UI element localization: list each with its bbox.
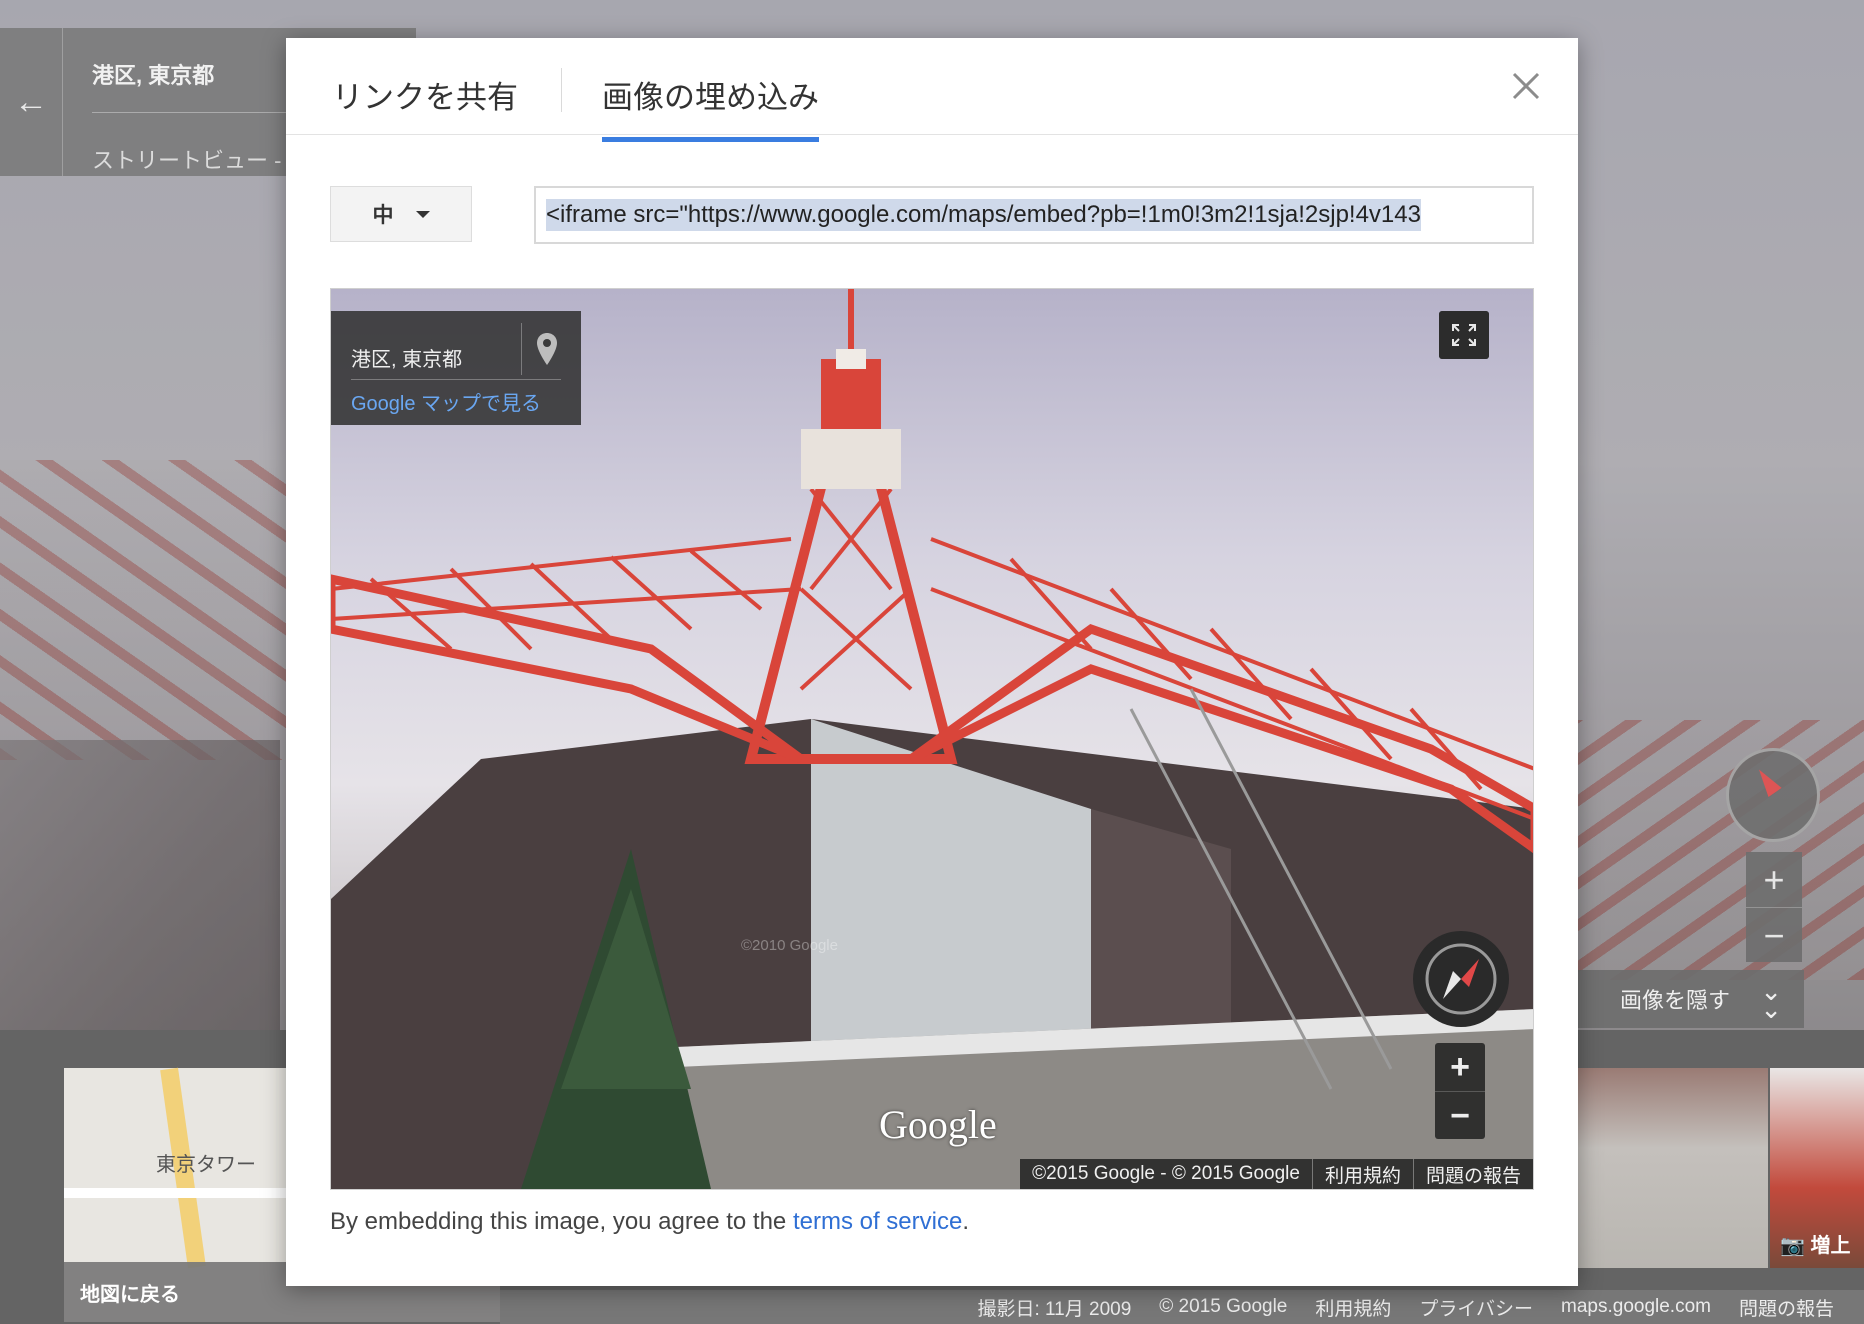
hide-images-button[interactable]: 画像を隠す ⌄ ⌄ — [1578, 970, 1804, 1028]
footer-bar: 撮影日: 11月 2009 © 2015 Google 利用規約 プライバシー … — [500, 1290, 1864, 1324]
background-zoom-out-button[interactable]: − — [1746, 908, 1802, 963]
tab-embed-image[interactable]: 画像の埋め込み — [602, 72, 819, 142]
hide-images-label: 画像を隠す — [1620, 988, 1731, 1013]
arrow-left-icon[interactable]: ← — [0, 28, 63, 176]
background-compass-icon[interactable] — [1726, 748, 1820, 842]
footer-privacy-link[interactable]: プライバシー — [1419, 1294, 1533, 1321]
agreement-suffix: . — [962, 1208, 969, 1235]
tab-divider — [561, 68, 562, 112]
terms-of-service-link[interactable]: terms of service — [793, 1208, 962, 1235]
tab-bar: リンクを共有 画像の埋め込み — [286, 38, 1578, 142]
photo-thumbnail[interactable] — [1578, 1068, 1768, 1268]
camera-icon: 📷 増上 — [1780, 1235, 1851, 1257]
preview-watermark: ©2010 Google — [741, 937, 838, 954]
photo-thumb-label: 増上 — [1810, 1235, 1851, 1257]
view-in-google-maps-link[interactable]: Google マップで見る — [351, 387, 541, 416]
compass-icon[interactable] — [1413, 931, 1509, 1027]
size-select[interactable]: 中 — [330, 186, 472, 242]
embed-code-input[interactable]: <iframe src="https://www.google.com/maps… — [534, 186, 1534, 244]
agreement-prefix: By embedding this image, you agree to th… — [330, 1208, 793, 1235]
preview-attribution: ©2015 Google - © 2015 Google 利用規約 問題の報告 — [1020, 1159, 1533, 1189]
embed-dialog: リンクを共有 画像の埋め込み 中 <iframe src="https://ww… — [286, 38, 1578, 1286]
size-select-value: 中 — [372, 204, 394, 227]
footer-terms-link[interactable]: 利用規約 — [1315, 1294, 1391, 1321]
embed-code-text: <iframe src="https://www.google.com/maps… — [546, 199, 1421, 231]
google-logo: Google — [879, 1102, 997, 1147]
footer-capture-date: 撮影日: 11月 2009 — [977, 1298, 1132, 1320]
chevron-down-icon: ⌄ ⌄ — [1760, 976, 1782, 1024]
close-icon[interactable] — [1504, 64, 1548, 108]
background-zoom-control: + − — [1746, 852, 1802, 962]
place-title: 港区, 東京都 — [92, 63, 215, 88]
caret-down-icon — [415, 210, 430, 218]
footer-report-link[interactable]: 問題の報告 — [1739, 1294, 1834, 1321]
background-zoom-in-button[interactable]: + — [1746, 852, 1802, 908]
zoom-out-button[interactable]: − — [1435, 1092, 1485, 1140]
terms-agreement: By embedding this image, you agree to th… — [330, 1208, 969, 1236]
footer-copyright: © 2015 Google — [1159, 1296, 1288, 1317]
embed-preview[interactable]: 港区, 東京都 Google マップで見る ©2010 Google + − G… — [330, 288, 1534, 1190]
footer-maps-link[interactable]: maps.google.com — [1561, 1296, 1711, 1318]
preview-place-name: 港区, 東京都 — [351, 349, 463, 371]
info-card-divider — [351, 379, 561, 380]
tab-share-link[interactable]: リンクを共有 — [332, 72, 518, 135]
preview-info-card: 港区, 東京都 Google マップで見る — [331, 311, 581, 425]
attribution-copyright: ©2015 Google - © 2015 Google — [1032, 1163, 1300, 1184]
map-place-label: 東京タワー — [156, 1154, 256, 1176]
attribution-terms-link[interactable]: 利用規約 — [1311, 1159, 1413, 1189]
photo-thumbnail[interactable]: 📷 増上 — [1770, 1068, 1864, 1268]
attribution-report-link[interactable]: 問題の報告 — [1412, 1159, 1533, 1189]
map-pin-icon[interactable] — [535, 331, 559, 367]
compass-needle — [1752, 764, 1782, 798]
zoom-in-button[interactable]: + — [1435, 1043, 1485, 1092]
fullscreen-icon[interactable] — [1439, 311, 1489, 359]
info-card-separator — [521, 323, 522, 375]
zoom-control: + − — [1435, 1043, 1485, 1139]
